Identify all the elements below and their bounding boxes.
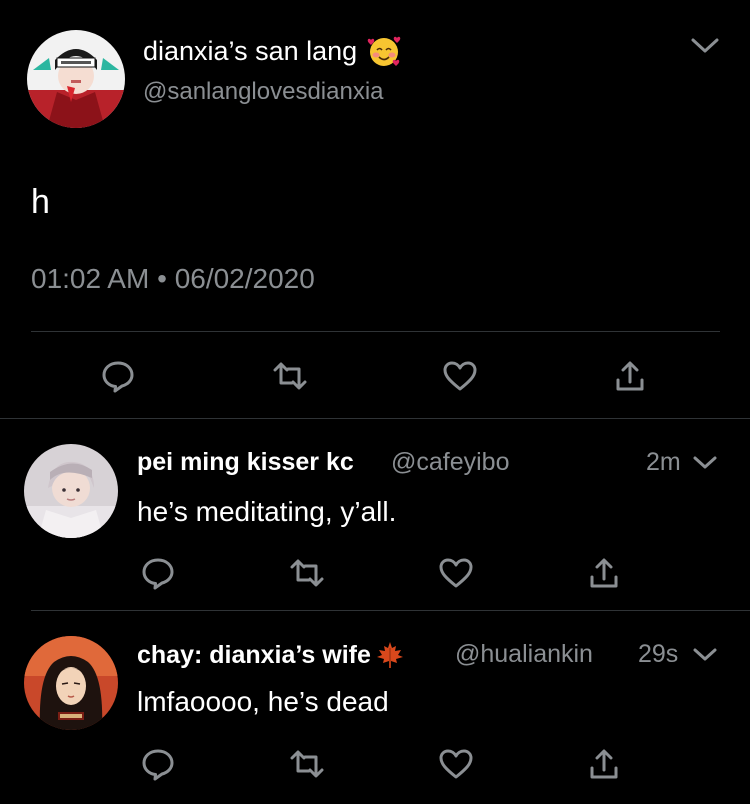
reply-avatar[interactable]	[24, 636, 118, 730]
retweet-icon[interactable]	[289, 746, 325, 782]
chevron-down-icon[interactable]	[692, 646, 718, 664]
divider	[0, 418, 750, 419]
main-tweet-text: h	[31, 183, 50, 221]
chevron-down-icon[interactable]	[690, 36, 720, 56]
reply-text: lmfaoooo, he’s dead	[137, 686, 389, 717]
share-icon[interactable]	[612, 358, 648, 394]
meta-separator: •	[157, 263, 167, 294]
reply-text: he’s meditating, y’all.	[137, 496, 397, 527]
reply-time: 2m	[646, 448, 681, 476]
tweet-date: 06/02/2020	[174, 263, 315, 294]
share-icon[interactable]	[586, 746, 622, 782]
main-tweet-timestamp: 01:02 AM • 06/02/2020	[31, 263, 315, 295]
reply-icon[interactable]	[100, 358, 136, 394]
display-name-text: chay: dianxia’s wife	[137, 640, 371, 669]
share-icon[interactable]	[586, 555, 622, 591]
reply-handle[interactable]: @hualiankin	[455, 640, 593, 669]
main-tweet-avatar[interactable]	[27, 30, 125, 128]
chevron-down-icon[interactable]	[692, 454, 718, 472]
reply-display-name[interactable]: chay: dianxia’s wife	[137, 640, 405, 670]
reply-display-name[interactable]: pei ming kisser kc	[137, 448, 354, 477]
retweet-icon[interactable]	[289, 555, 325, 591]
reply-avatar[interactable]	[24, 444, 118, 538]
main-tweet-display-name[interactable]: dianxia’s san lang	[143, 34, 401, 68]
like-icon[interactable]	[442, 358, 478, 394]
smiling-face-with-hearts-icon	[367, 34, 401, 68]
like-icon[interactable]	[438, 555, 474, 591]
reply-time: 29s	[638, 640, 679, 668]
tweet-time: 01:02 AM	[31, 263, 150, 294]
maple-leaf-icon	[375, 640, 405, 670]
reply-icon[interactable]	[140, 746, 176, 782]
reply-handle[interactable]: @cafeyibo	[391, 448, 510, 477]
main-tweet-handle[interactable]: @sanlanglovesdianxia	[143, 78, 384, 106]
like-icon[interactable]	[438, 746, 474, 782]
reply-icon[interactable]	[140, 555, 176, 591]
divider	[31, 610, 750, 611]
divider	[31, 331, 720, 332]
retweet-icon[interactable]	[272, 358, 308, 394]
display-name-text: dianxia’s san lang	[143, 35, 358, 66]
